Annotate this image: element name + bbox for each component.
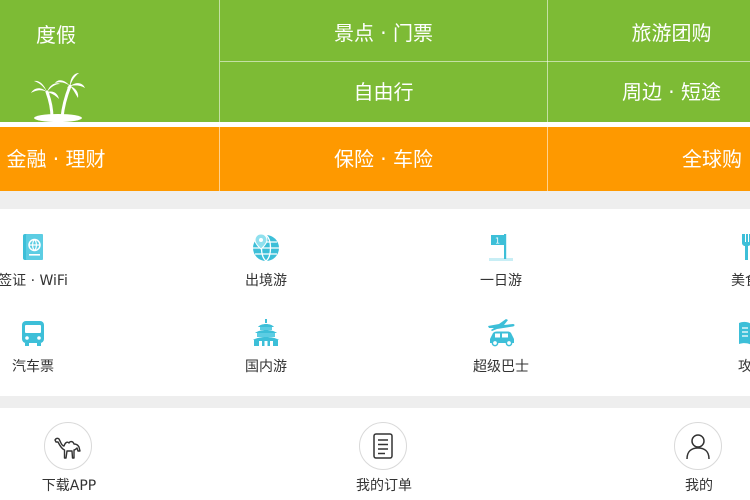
- grid-item-super-bus[interactable]: 超级巴士: [441, 317, 561, 387]
- app-screen: 度假 景点 · 门票 旅游团购 自由行 周边 · 短途 金融 · 理财 保险 ·…: [0, 0, 750, 500]
- grid-label: 超级巴士: [473, 359, 529, 375]
- svg-text:1: 1: [495, 237, 500, 246]
- tab-label: 下载APP: [41, 478, 97, 494]
- bus-icon: [22, 321, 44, 346]
- tab-icon-circle: [44, 422, 92, 470]
- grid-item-bus-ticket[interactable]: 汽车票: [0, 317, 93, 387]
- globe-pin-icon: [253, 233, 279, 262]
- palm-tree-icon: [31, 73, 85, 122]
- flag-icon: 1: [489, 234, 513, 261]
- divider: [220, 61, 750, 62]
- tab-my-orders[interactable]: 我的订单: [324, 422, 444, 498]
- tab-icon-circle: [674, 422, 722, 470]
- grid-item-visa-wifi[interactable]: 签证 · WiFi: [0, 231, 93, 301]
- vacation-tile[interactable]: 度假: [0, 0, 219, 122]
- user-icon: [686, 434, 710, 460]
- plane-car-icon: [488, 319, 515, 347]
- free-travel-link[interactable]: 自由行: [220, 79, 547, 105]
- grid-item-guide[interactable]: 攻略: [692, 317, 750, 387]
- temple-icon: [253, 319, 279, 346]
- global-shopping-link[interactable]: 全球购: [548, 127, 750, 191]
- grid-label: 出境游: [245, 273, 287, 289]
- tab-label: 我的: [685, 478, 713, 494]
- passport-icon: [23, 234, 43, 260]
- tab-icon-circle: [359, 422, 407, 470]
- finance-menu: 金融 · 理财 保险 · 车险 全球购: [0, 127, 750, 191]
- vacation-label: 度假: [36, 23, 76, 47]
- insurance-link[interactable]: 保险 · 车险: [220, 127, 547, 191]
- section-divider: [0, 191, 750, 209]
- grid-label: 攻略: [738, 359, 750, 375]
- tickets-link[interactable]: 景点 · 门票: [220, 20, 547, 46]
- order-list-icon: [373, 433, 393, 459]
- group-tour-link[interactable]: 旅游团购: [548, 20, 750, 46]
- grid-label: 一日游: [480, 273, 522, 289]
- tab-download-app[interactable]: 下载APP: [9, 422, 129, 498]
- grid-item-domestic[interactable]: 国内游: [206, 317, 326, 387]
- grid-item-food[interactable]: 美食林: [692, 231, 750, 301]
- tab-profile[interactable]: 我的: [639, 422, 750, 498]
- nearby-trip-link[interactable]: 周边 · 短途: [548, 79, 750, 105]
- section-divider: [0, 396, 750, 408]
- finance-link[interactable]: 金融 · 理财: [0, 127, 112, 191]
- grid-label: 汽车票: [12, 359, 54, 375]
- camel-icon: [54, 437, 81, 459]
- book-icon: [739, 321, 750, 345]
- grid-label: 国内游: [245, 359, 287, 375]
- grid-item-day-tour[interactable]: 1 一日游: [441, 231, 561, 301]
- grid-item-outbound[interactable]: 出境游: [206, 231, 326, 301]
- grid-label: 签证 · WiFi: [0, 273, 68, 289]
- grid-label: 美食林: [731, 273, 750, 289]
- utensils-icon: [742, 234, 750, 260]
- vacation-menu: 度假 景点 · 门票 旅游团购 自由行 周边 · 短途: [0, 0, 750, 122]
- tab-label: 我的订单: [356, 478, 412, 494]
